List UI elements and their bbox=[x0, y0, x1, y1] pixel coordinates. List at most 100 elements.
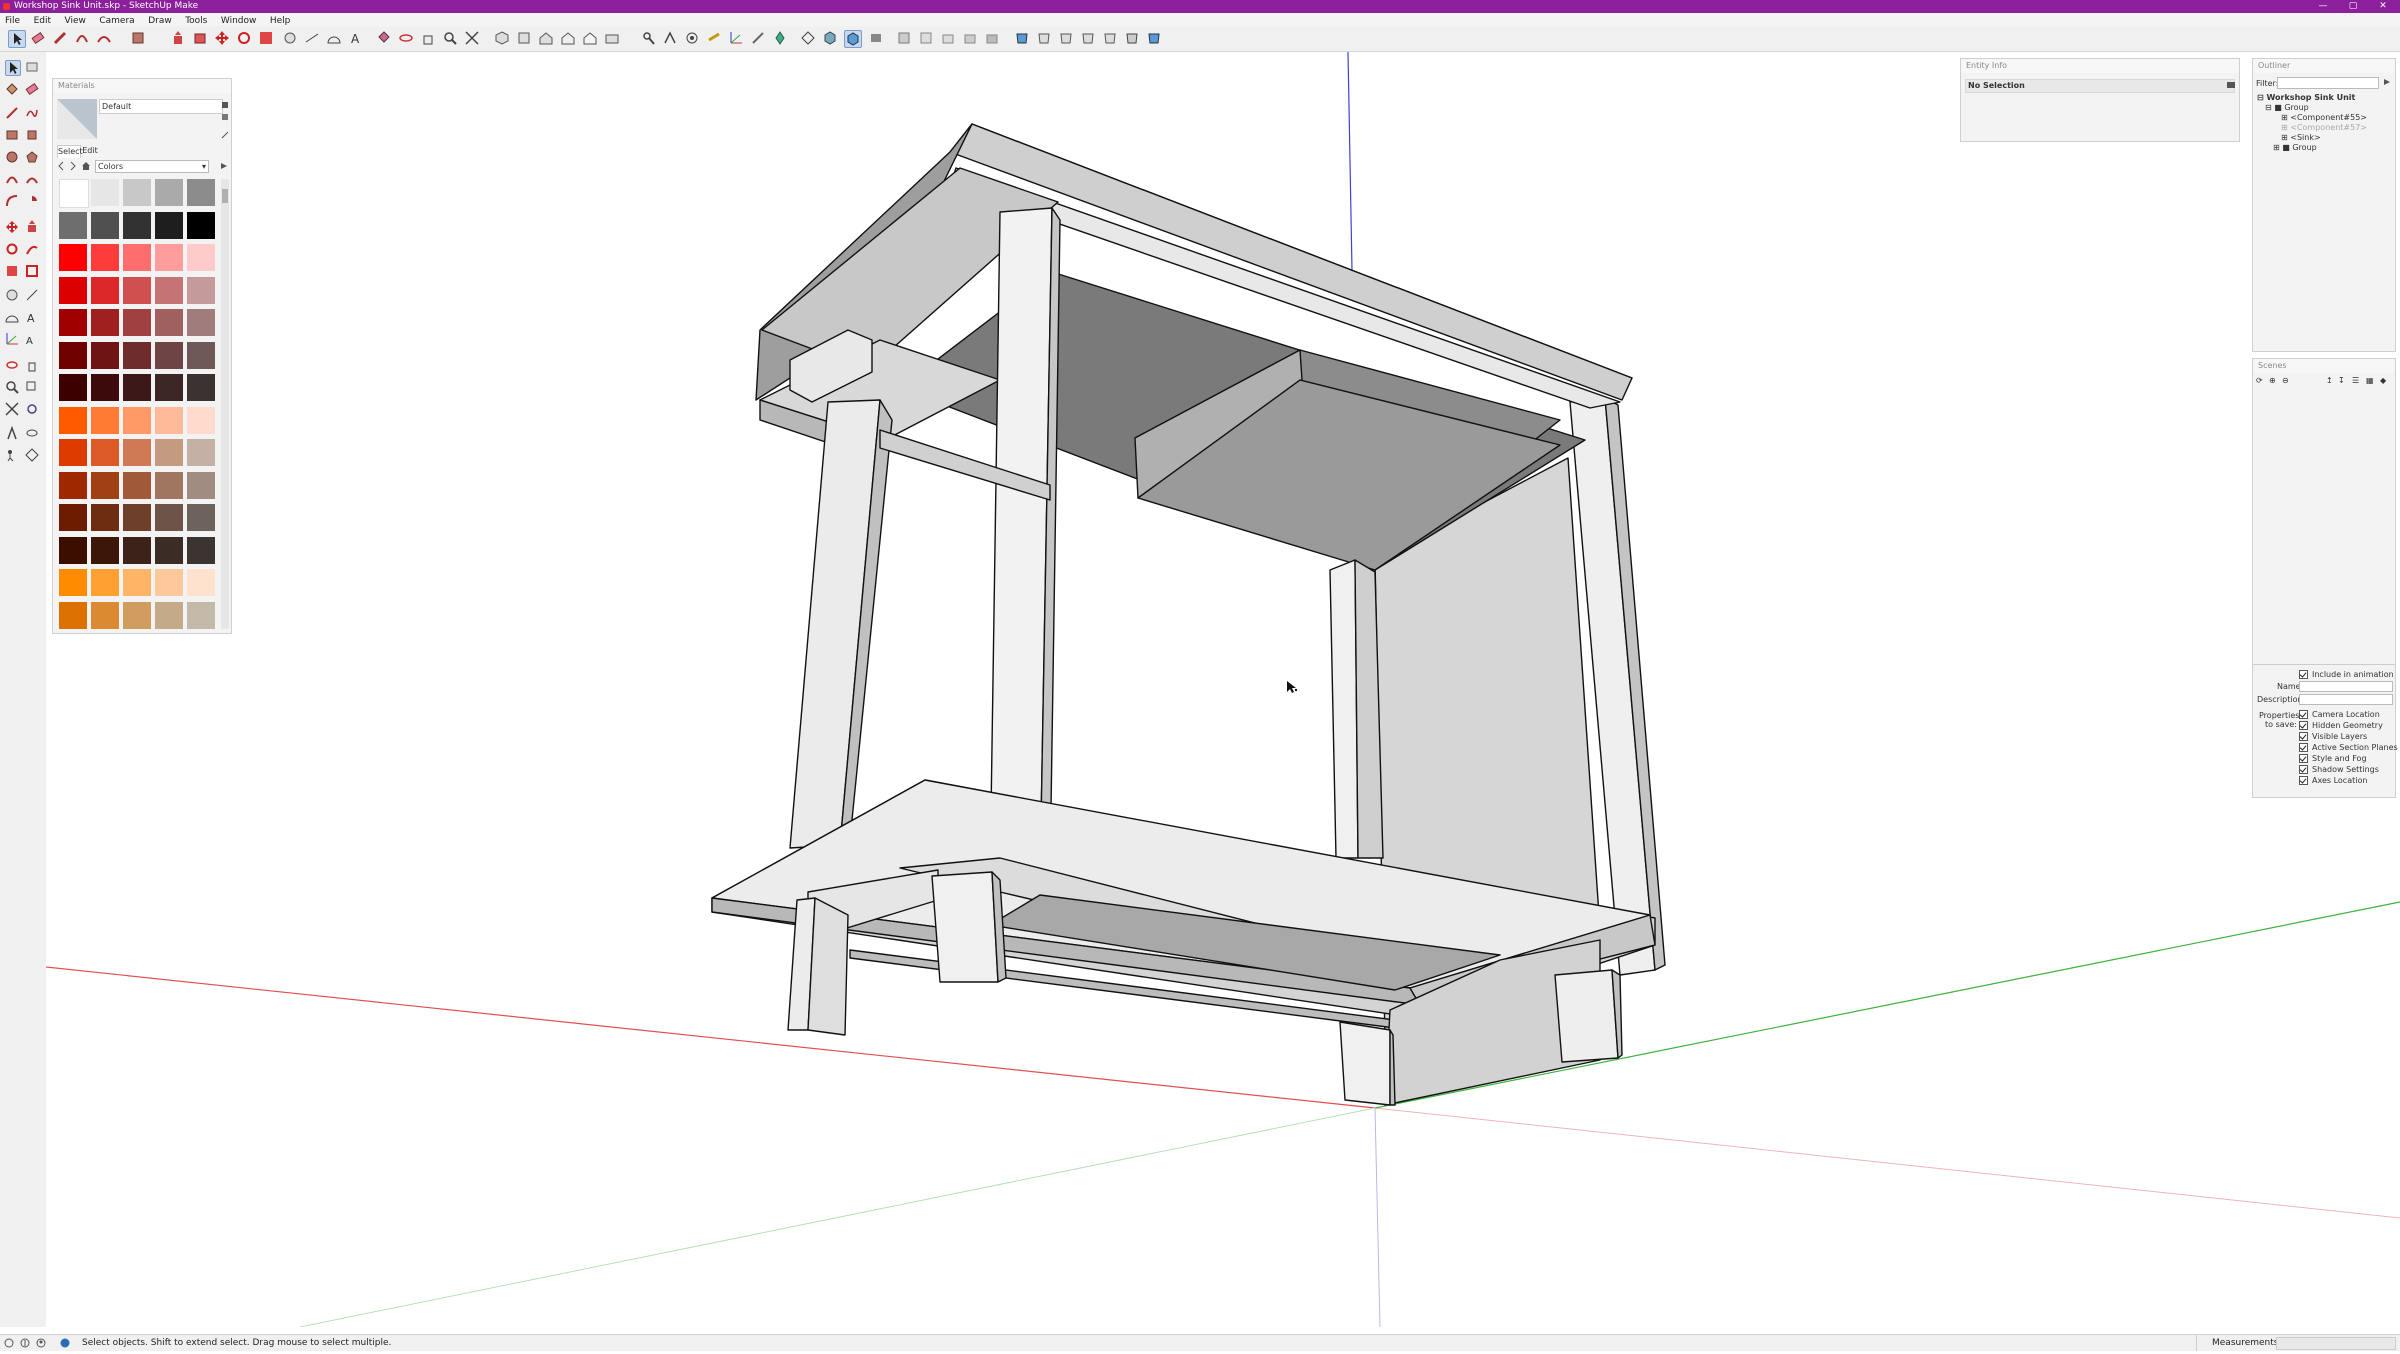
material-swatch[interactable] bbox=[187, 341, 215, 369]
back-arrow-icon[interactable] bbox=[57, 161, 65, 171]
material-swatch[interactable] bbox=[187, 504, 215, 531]
material-swatch[interactable] bbox=[187, 211, 215, 239]
move-scene-down-icon[interactable]: ↧ bbox=[2338, 376, 2345, 385]
material-swatch[interactable] bbox=[59, 471, 87, 499]
material-swatch[interactable] bbox=[59, 601, 87, 629]
zoom-extents-icon[interactable] bbox=[464, 30, 480, 46]
material-swatch[interactable] bbox=[123, 504, 151, 531]
orbit-icon[interactable] bbox=[398, 30, 414, 46]
pencil-icon[interactable] bbox=[52, 30, 68, 46]
push-pull-icon[interactable] bbox=[170, 30, 186, 46]
arc-icon[interactable] bbox=[5, 172, 19, 186]
material-swatch[interactable] bbox=[91, 244, 119, 271]
model-canvas[interactable] bbox=[46, 52, 2400, 1327]
paint-bucket-icon[interactable] bbox=[5, 82, 19, 96]
material-swatch[interactable] bbox=[91, 341, 119, 369]
library-select[interactable]: Colors ▾ bbox=[95, 160, 209, 173]
left-view-icon[interactable] bbox=[604, 30, 620, 46]
tape-measure-icon[interactable] bbox=[5, 288, 19, 302]
close-button[interactable]: ✕ bbox=[2370, 0, 2396, 13]
outliner-item[interactable]: ⊞ <Sink> bbox=[2281, 133, 2321, 143]
position-camera-icon[interactable] bbox=[662, 30, 678, 46]
swatch-scrollbar[interactable] bbox=[221, 179, 229, 629]
material-swatch[interactable] bbox=[123, 569, 151, 596]
material-swatch[interactable] bbox=[91, 504, 119, 531]
select-arrow-icon[interactable] bbox=[5, 60, 21, 76]
material-swatch[interactable] bbox=[155, 309, 183, 336]
material-swatch[interactable] bbox=[59, 211, 87, 239]
material-swatch[interactable] bbox=[155, 244, 183, 271]
walk-icon[interactable] bbox=[5, 448, 19, 462]
material-swatch[interactable] bbox=[155, 211, 183, 239]
shaded-style-icon[interactable] bbox=[844, 30, 862, 48]
property-checkbox[interactable]: Style and Fog bbox=[2299, 753, 2400, 764]
zoom-icon[interactable] bbox=[442, 30, 458, 46]
text-icon[interactable]: A bbox=[348, 30, 364, 46]
material-swatch[interactable] bbox=[91, 536, 119, 564]
material-swatch[interactable] bbox=[187, 276, 215, 304]
two-point-arc-icon[interactable] bbox=[25, 172, 39, 186]
material-swatch[interactable] bbox=[123, 211, 151, 239]
protractor-icon[interactable] bbox=[5, 310, 19, 324]
include-animation-checkbox[interactable]: Include in animation bbox=[2299, 669, 2400, 680]
circle-icon[interactable] bbox=[5, 150, 19, 164]
look-around-icon[interactable] bbox=[684, 30, 700, 46]
scale-icon[interactable] bbox=[5, 264, 19, 278]
layout-icon[interactable] bbox=[1102, 30, 1118, 46]
property-checkbox[interactable]: Active Section Planes bbox=[2299, 742, 2400, 753]
thumbnails-icon[interactable]: ▦ bbox=[2366, 376, 2374, 385]
material-swatch[interactable] bbox=[187, 309, 215, 336]
eraser-icon[interactable] bbox=[25, 82, 39, 96]
material-swatch[interactable] bbox=[187, 569, 215, 596]
polygon-icon[interactable] bbox=[25, 150, 39, 164]
dimension-icon[interactable] bbox=[25, 288, 39, 302]
material-swatch[interactable] bbox=[59, 244, 87, 271]
entity-details-icon[interactable] bbox=[2227, 81, 2235, 89]
3d-text-icon[interactable]: A bbox=[25, 332, 39, 347]
xray-icon[interactable] bbox=[800, 30, 816, 46]
iso-view-icon[interactable] bbox=[494, 30, 510, 46]
look-around-icon[interactable] bbox=[25, 426, 39, 440]
material-swatch[interactable] bbox=[155, 341, 183, 369]
material-swatch[interactable] bbox=[123, 374, 151, 401]
arc-icon[interactable] bbox=[74, 30, 90, 46]
sample-paint-icon[interactable] bbox=[221, 131, 229, 139]
group-icon[interactable] bbox=[918, 30, 934, 46]
push-pull-icon[interactable] bbox=[25, 220, 39, 234]
fog-icon[interactable] bbox=[984, 30, 1000, 46]
material-swatch[interactable] bbox=[155, 536, 183, 564]
back-edges-icon[interactable] bbox=[822, 30, 838, 46]
material-swatch[interactable] bbox=[187, 244, 215, 271]
protractor-icon[interactable] bbox=[326, 30, 342, 46]
section-plane-icon[interactable] bbox=[706, 30, 722, 46]
outliner-filter-input[interactable] bbox=[2277, 77, 2379, 89]
property-checkbox[interactable]: Camera Location bbox=[2299, 709, 2400, 720]
extension-icon[interactable] bbox=[1058, 30, 1074, 46]
select-arrow-icon[interactable] bbox=[8, 30, 26, 48]
material-swatch[interactable] bbox=[155, 439, 183, 466]
paint-bucket-icon[interactable] bbox=[376, 30, 392, 46]
offset-icon[interactable] bbox=[25, 264, 39, 278]
material-swatch[interactable] bbox=[123, 406, 151, 434]
move-icon[interactable] bbox=[5, 220, 19, 234]
material-swatch[interactable] bbox=[91, 179, 119, 206]
right-view-icon[interactable] bbox=[560, 30, 576, 46]
follow-me-icon[interactable] bbox=[192, 30, 208, 46]
home-icon[interactable] bbox=[81, 161, 91, 171]
rotate-icon[interactable] bbox=[236, 30, 252, 46]
outliner-details-icon[interactable] bbox=[2383, 78, 2391, 86]
material-swatch[interactable] bbox=[91, 601, 119, 629]
property-checkbox[interactable]: Axes Location bbox=[2299, 775, 2400, 786]
previous-view-icon[interactable] bbox=[25, 402, 39, 416]
add-scene-icon[interactable]: ⊕ bbox=[2269, 376, 2276, 385]
move-icon[interactable] bbox=[214, 30, 230, 46]
component-icon[interactable] bbox=[896, 30, 912, 46]
outliner-item[interactable]: ⊟ ■ Group bbox=[2265, 103, 2309, 113]
tape-measure-icon[interactable] bbox=[282, 30, 298, 46]
material-swatch[interactable] bbox=[59, 341, 87, 369]
rotate-icon[interactable] bbox=[5, 242, 19, 256]
scene-description-input[interactable] bbox=[2299, 694, 2393, 705]
freehand-icon[interactable] bbox=[25, 106, 39, 120]
material-swatch[interactable] bbox=[187, 406, 215, 434]
pan-icon[interactable] bbox=[420, 30, 436, 46]
